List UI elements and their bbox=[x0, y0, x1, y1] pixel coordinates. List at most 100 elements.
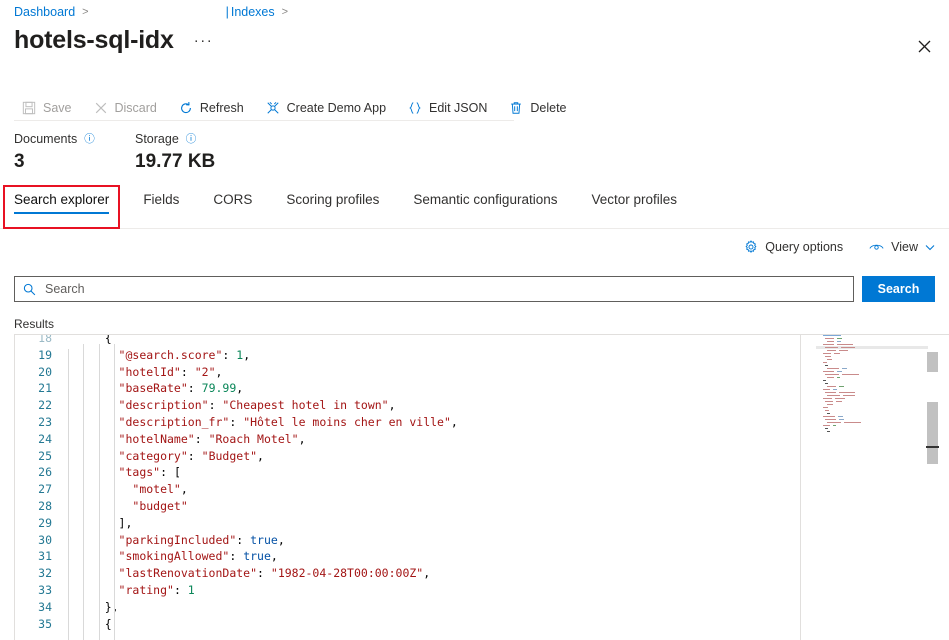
search-row: Search bbox=[14, 276, 935, 302]
create-demo-app-label: Create Demo App bbox=[287, 101, 386, 115]
code-token: : bbox=[209, 398, 223, 412]
query-toolbar: Query options View bbox=[744, 240, 935, 254]
refresh-icon bbox=[179, 101, 194, 116]
line-number: 25 bbox=[15, 448, 52, 465]
save-button[interactable]: Save bbox=[14, 98, 80, 119]
code-token: 1 bbox=[188, 583, 195, 597]
code-token: "baseRate" bbox=[119, 381, 188, 395]
tab-vector-profiles[interactable]: Vector profiles bbox=[591, 192, 677, 214]
tab-scoring-profiles[interactable]: Scoring profiles bbox=[286, 192, 379, 214]
code-token: : bbox=[174, 583, 188, 597]
code-token: , bbox=[243, 348, 250, 362]
line-number: 18 bbox=[15, 334, 52, 347]
stat-storage-label: Storage bbox=[135, 132, 179, 146]
minimap-line bbox=[816, 430, 928, 433]
editor-fold-column[interactable] bbox=[61, 335, 75, 640]
code-token: , bbox=[299, 432, 306, 446]
code-token: { bbox=[105, 617, 112, 631]
results-label: Results bbox=[14, 317, 54, 331]
discard-icon bbox=[94, 101, 109, 116]
save-icon bbox=[22, 101, 37, 116]
delete-label: Delete bbox=[530, 101, 566, 115]
code-token: "motel" bbox=[132, 482, 180, 496]
command-bar-divider bbox=[14, 120, 514, 121]
breadcrumb-item-dashboard[interactable]: Dashboard bbox=[14, 5, 75, 19]
indent-guide bbox=[83, 344, 84, 640]
view-label: View bbox=[891, 240, 918, 254]
tab-cors[interactable]: CORS bbox=[213, 192, 252, 214]
editor-minimap[interactable] bbox=[816, 334, 928, 640]
tab-search-explorer[interactable]: Search explorer bbox=[14, 192, 109, 214]
code-token: , bbox=[278, 533, 285, 547]
code-token: "Roach Motel" bbox=[209, 432, 299, 446]
breadcrumb-item-indexes[interactable]: Indexes bbox=[231, 5, 275, 19]
code-token: "description_fr" bbox=[119, 415, 230, 429]
tab-bar: Search explorer Fields CORS Scoring prof… bbox=[14, 192, 949, 214]
code-token: , bbox=[423, 566, 430, 580]
stat-storage: Storage ⓘ 19.77 KB bbox=[135, 131, 215, 173]
code-token: , bbox=[257, 449, 264, 463]
tab-fields[interactable]: Fields bbox=[143, 192, 179, 214]
breadcrumb-pipe: | bbox=[226, 5, 229, 19]
code-token: : bbox=[181, 365, 195, 379]
code-token: "2" bbox=[195, 365, 216, 379]
line-number: 23 bbox=[15, 414, 52, 431]
gear-icon bbox=[744, 240, 758, 254]
stat-documents: Documents ⓘ 3 bbox=[14, 131, 135, 173]
code-token: "Cheapest hotel in town" bbox=[222, 398, 388, 412]
code-token: : bbox=[160, 465, 174, 479]
eye-icon bbox=[869, 241, 884, 254]
line-number: 35 bbox=[15, 616, 52, 633]
code-token: "budget" bbox=[132, 499, 187, 513]
code-token: : bbox=[236, 533, 250, 547]
save-label: Save bbox=[43, 101, 72, 115]
scrollbar-thumb[interactable] bbox=[927, 402, 938, 464]
refresh-button[interactable]: Refresh bbox=[171, 98, 252, 119]
search-field[interactable] bbox=[14, 276, 854, 302]
search-button[interactable]: Search bbox=[862, 276, 935, 302]
line-number: 27 bbox=[15, 481, 52, 498]
code-token: "hotelName" bbox=[119, 432, 195, 446]
code-token: , bbox=[236, 381, 243, 395]
refresh-label: Refresh bbox=[200, 101, 244, 115]
line-number: 19 bbox=[15, 347, 52, 364]
code-token: , bbox=[216, 365, 223, 379]
code-token: true bbox=[250, 533, 278, 547]
results-editor[interactable]: 181920212223242526272829303132333435 { "… bbox=[14, 334, 949, 640]
info-icon[interactable]: ⓘ bbox=[84, 131, 95, 146]
delete-button[interactable]: Delete bbox=[501, 98, 574, 119]
code-token: true bbox=[243, 549, 271, 563]
line-number: 22 bbox=[15, 397, 52, 414]
code-token: , bbox=[181, 482, 188, 496]
stat-documents-value: 3 bbox=[14, 151, 135, 173]
view-button[interactable]: View bbox=[869, 240, 935, 254]
create-demo-app-button[interactable]: Create Demo App bbox=[258, 98, 394, 119]
code-token: }, bbox=[105, 600, 119, 614]
code-token: "1982-04-28T00:00:00Z" bbox=[271, 566, 423, 580]
query-options-button[interactable]: Query options bbox=[744, 240, 843, 254]
code-token: : bbox=[222, 348, 236, 362]
code-token: 79.99 bbox=[202, 381, 237, 395]
tab-semantic-configurations[interactable]: Semantic configurations bbox=[413, 192, 557, 214]
code-token: "lastRenovationDate" bbox=[119, 566, 257, 580]
close-button[interactable] bbox=[911, 33, 937, 59]
edit-json-button[interactable]: Edit JSON bbox=[400, 98, 495, 119]
stats-row: Documents ⓘ 3 Storage ⓘ 19.77 KB bbox=[14, 131, 215, 173]
search-input[interactable] bbox=[45, 282, 845, 296]
line-number: 28 bbox=[15, 498, 52, 515]
more-options-button[interactable]: ··· bbox=[194, 33, 214, 48]
code-token: : bbox=[188, 449, 202, 463]
breadcrumb: Dashboard > | Indexes > bbox=[14, 5, 295, 19]
editor-scrollbar[interactable] bbox=[926, 334, 939, 640]
discard-button[interactable]: Discard bbox=[86, 98, 165, 119]
tab-bar-divider bbox=[0, 228, 949, 229]
query-options-label: Query options bbox=[765, 240, 843, 254]
trash-icon bbox=[509, 101, 524, 116]
info-icon[interactable]: ⓘ bbox=[186, 131, 197, 146]
code-token: : bbox=[257, 566, 271, 580]
editor-line-numbers: 181920212223242526272829303132333435 bbox=[15, 334, 61, 640]
line-number: 29 bbox=[15, 515, 52, 532]
scrollbar-decoration bbox=[927, 352, 938, 372]
code-token: "smokingAllowed" bbox=[119, 549, 230, 563]
braces-icon bbox=[408, 101, 423, 116]
